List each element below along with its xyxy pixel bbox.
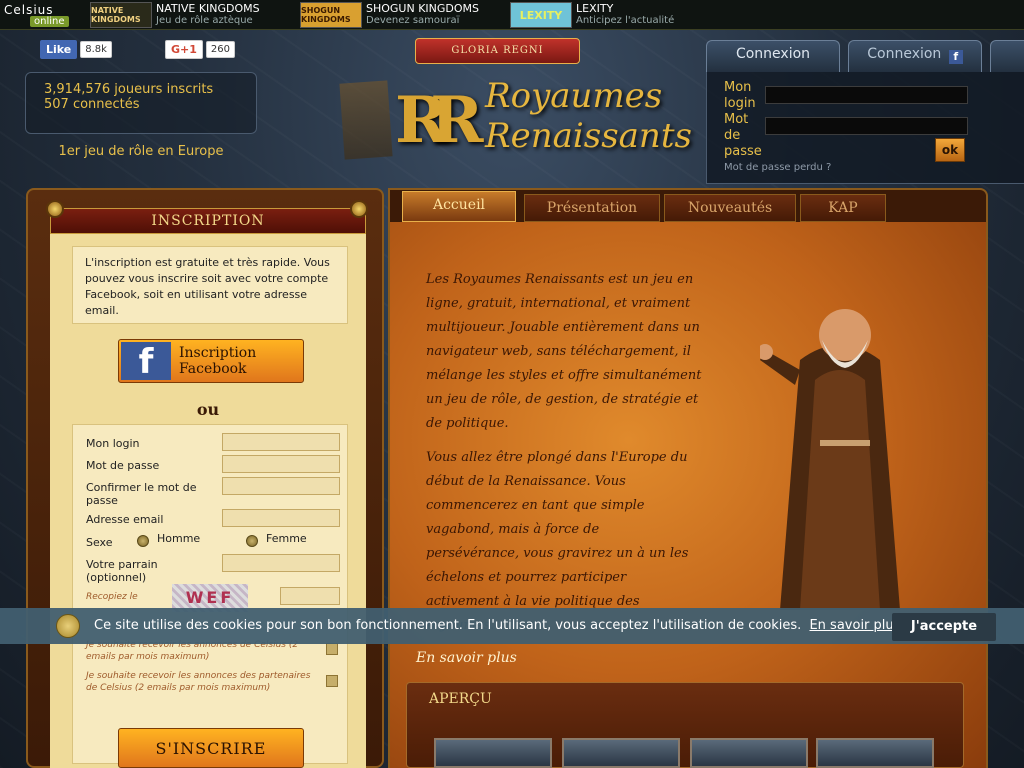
game-title: LEXITY [576,2,614,15]
celsius-logo-badge: online [30,15,69,27]
radio-female-label: Femme [266,532,307,545]
lexity-logo: LEXITY [510,2,572,28]
game-title: SHOGUN KINGDOMS [366,2,480,15]
native-kingdoms-logo: NATIVE KINGDOMS [90,2,152,28]
preview-heading: APERÇU [429,691,492,707]
form-sponsor-label: Votre parrain (optionnel) [86,558,158,584]
facebook-register-line1: Inscription [179,345,257,361]
cookie-banner: Ce site utilise des cookies pour son bon… [0,608,1024,644]
monk-character-illustration [760,309,900,610]
inscription-header: INSCRIPTION [50,208,366,234]
logo-title-line1: Royaumes [485,76,663,116]
celsius-logo-text: Celsius [4,2,54,17]
tab-connexion-facebook[interactable]: Connexion f [848,40,982,72]
inscription-intro: L'inscription est gratuite et très rapid… [72,246,348,324]
cookie-accept-button[interactable]: J'accepte [892,613,996,641]
rr-monogram: RR [395,83,483,158]
google-plus-count: 260 [205,41,235,58]
preview-thumbnail[interactable] [816,738,934,768]
form-confirm-label: Confirmer le mot de passe [86,481,197,507]
online-players: 507 connectés [44,97,140,112]
facebook-like-button[interactable]: Like [40,40,78,59]
network-bar: Celsius online NATIVE KINGDOMS NATIVE KI… [0,0,1024,30]
captcha-label: Recopiez le [86,592,138,602]
radio-male-label: Homme [157,532,201,545]
tab-connexion-facebook-label: Connexion [867,46,942,62]
preview-thumbnail[interactable] [562,738,680,768]
celsius-logo[interactable]: Celsius online [0,0,80,30]
game-title: NATIVE KINGDOMS [156,2,260,15]
form-login-label: Mon login [86,437,140,450]
intro-paragraph-1: Les Royaumes Renaissants est un jeu en l… [426,272,702,431]
preview-thumbnail[interactable] [434,738,552,768]
login-label: Mon login [724,80,756,112]
tab-presentation[interactable]: Présentation [524,194,660,222]
login-input[interactable] [765,86,968,104]
cookie-message-text: Ce site utilise des cookies pour son bon… [94,618,802,633]
google-plus-widget: G+1 260 [165,40,235,59]
login-label-line: login [724,96,756,111]
facebook-icon: f [121,342,171,382]
tab-kap[interactable]: KAP [800,194,886,222]
facebook-icon: f [948,50,963,64]
captcha-input[interactable] [280,587,340,605]
opt-in-partners-checkbox[interactable] [326,675,338,687]
google-plus-button[interactable]: G+1 [165,40,203,59]
password-label-line: Mot [724,112,749,127]
game-link-native-kingdoms[interactable]: NATIVE KINGDOMS NATIVE KINGDOMS Jeu de r… [90,1,260,29]
form-email-label: Adresse email [86,513,164,526]
tagline: 1er jeu de rôle en Europe [58,144,224,159]
register-button[interactable]: S'INSCRIRE [118,728,304,768]
player-stats: 3,914,576 joueurs inscrits 507 connectés [25,72,257,134]
facebook-like-count: 8.8k [80,41,112,58]
tab-more[interactable] [990,40,1024,72]
facebook-register-line2: Facebook [179,361,247,377]
cookie-icon [56,614,80,638]
password-label-line: de [724,128,741,143]
registered-players: 3,914,576 joueurs inscrits [44,82,214,97]
logo-title: Royaumes Renaissants [485,76,692,156]
password-input[interactable] [765,117,968,135]
opt-in-partners-label: Je souhaite recevoir les annonces des pa… [86,671,311,693]
gloria-regni-banner: GLORIA REGNI [415,38,580,64]
tab-accueil[interactable]: Accueil [402,191,516,222]
password-label-line: passe [724,144,762,159]
form-confirm-input[interactable] [222,477,340,495]
form-password-input[interactable] [222,455,340,473]
form-sponsor-input[interactable] [222,554,340,572]
facebook-like-widget: Like 8.8k [40,40,112,59]
form-password-label: Mot de passe [86,459,160,472]
game-subtitle: Devenez samouraï [366,15,460,26]
corner-ornament-icon [46,200,64,218]
login-ok-button[interactable]: ok [935,138,965,162]
tab-nouveautes[interactable]: Nouveautés [664,194,796,222]
opt-in-celsius-checkbox[interactable] [326,643,338,655]
form-email-input[interactable] [222,509,340,527]
shogun-kingdoms-logo: SHOGUN KINGDOMS [300,2,362,28]
form-sex-label: Sexe [86,536,113,549]
lost-password-link[interactable]: Mot de passe perdu ? [724,162,831,173]
or-separator: ou [196,400,220,419]
more-info-link[interactable]: En savoir plus [416,650,517,666]
game-link-lexity[interactable]: LEXITY LEXITY Anticipez l'actualité [510,1,674,29]
radio-male[interactable] [137,535,149,547]
cookie-more-link[interactable]: En savoir plus. [809,618,904,633]
game-subtitle: Jeu de rôle aztèque [156,15,253,26]
corner-ornament-icon [350,200,368,218]
cookie-message: Ce site utilise des cookies pour son bon… [94,618,905,633]
logo-title-line2: Renaissants [485,116,692,156]
parchment-decoration [339,80,393,160]
game-subtitle: Anticipez l'actualité [576,15,675,26]
facebook-register-button[interactable]: f Inscription Facebook [118,339,304,383]
form-login-input[interactable] [222,433,340,451]
radio-female[interactable] [246,535,258,547]
login-label-line: Mon [724,80,752,95]
site-logo[interactable]: GLORIA REGNI RR Royaumes Renaissants [339,38,692,178]
game-link-shogun-kingdoms[interactable]: SHOGUN KINGDOMS SHOGUN KINGDOMS Devenez … [300,1,479,29]
password-label: Mot de passe [724,112,762,160]
tab-connexion[interactable]: Connexion [706,40,840,72]
preview-thumbnail[interactable] [690,738,808,768]
